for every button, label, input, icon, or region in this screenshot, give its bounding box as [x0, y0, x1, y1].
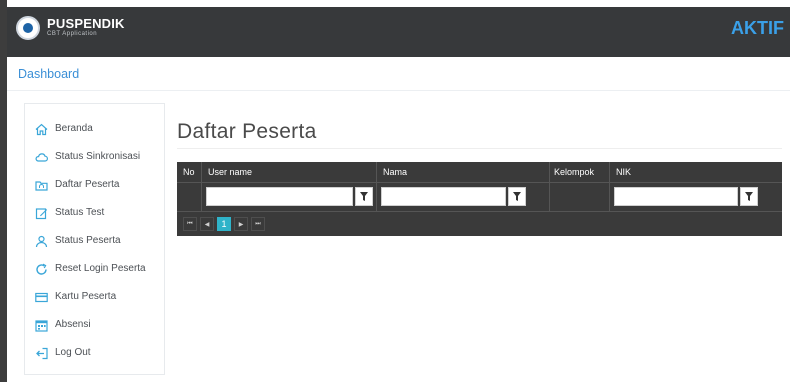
cloud-icon — [34, 150, 48, 164]
column-kelompok: Kelompok — [550, 162, 610, 211]
sidebar-item-reset-login-peserta[interactable]: Reset Login Peserta — [25, 259, 164, 281]
column-no: No — [177, 162, 202, 211]
brand-title: PUSPENDIK — [47, 16, 125, 31]
card-icon — [34, 290, 48, 304]
sidebar-item-status-sinkronisasi[interactable]: Status Sinkronisasi — [25, 147, 164, 169]
column-header-username[interactable]: User name — [208, 167, 252, 177]
sidebar-item-daftar-peserta[interactable]: Daftar Peserta — [25, 175, 164, 197]
breadcrumb: Dashboard — [7, 57, 790, 91]
sidebar-item-label: Status Test — [55, 207, 105, 218]
sidebar-item-label: Beranda — [55, 123, 93, 134]
nama-filter-button[interactable] — [508, 187, 526, 206]
nama-filter-input[interactable] — [381, 187, 506, 206]
column-header-kelompok[interactable]: Kelompok — [554, 167, 594, 177]
calendar-icon — [34, 318, 48, 332]
peserta-grid: No User name Nama Kelompok NIK ⏮ ◀ 1 ▶ ⏭ — [177, 162, 782, 236]
sidebar-item-label: Kartu Peserta — [55, 291, 117, 302]
sidebar-item-label: Reset Login Peserta — [55, 263, 146, 274]
top-navbar: PUSPENDIK CBT Application AKTIF — [7, 7, 790, 57]
username-filter-input[interactable] — [206, 187, 353, 206]
title-divider — [177, 148, 782, 149]
sidebar-item-label: Log Out — [55, 347, 91, 358]
sidebar-item-beranda[interactable]: Beranda — [25, 119, 164, 141]
home-icon — [34, 122, 48, 136]
column-header-nik[interactable]: NIK — [616, 167, 631, 177]
sidebar-item-kartu-peserta[interactable]: Kartu Peserta — [25, 287, 164, 309]
sidebar-item-log-out[interactable]: Log Out — [25, 343, 164, 365]
nik-filter-input[interactable] — [614, 187, 738, 206]
sidebar-item-label: Status Sinkronisasi — [55, 151, 141, 162]
sidebar-item-status-test[interactable]: Status Test — [25, 203, 164, 225]
column-header-nama[interactable]: Nama — [383, 167, 407, 177]
refresh-icon — [34, 262, 48, 276]
breadcrumb-dashboard[interactable]: Dashboard — [18, 67, 79, 81]
grid-pager: ⏮ ◀ 1 ▶ ⏭ — [177, 211, 782, 236]
app-window: PUSPENDIK CBT Application AKTIF Dashboar… — [0, 0, 790, 382]
filter-icon — [745, 188, 753, 206]
sidebar-item-label: Absensi — [55, 319, 91, 330]
user-icon — [34, 234, 48, 248]
sidebar-item-label: Status Peserta — [55, 235, 121, 246]
sidebar-item-label: Daftar Peserta — [55, 179, 120, 190]
sidebar-item-absensi[interactable]: Absensi — [25, 315, 164, 337]
page-title: Daftar Peserta — [177, 120, 317, 143]
left-edge-bar — [0, 0, 7, 382]
logo — [16, 16, 40, 40]
column-nama: Nama — [377, 162, 550, 211]
column-header-no[interactable]: No — [183, 167, 195, 177]
pager-page-1[interactable]: 1 — [217, 217, 231, 231]
sidebar-item-status-peserta[interactable]: Status Peserta — [25, 231, 164, 253]
filter-icon — [360, 188, 368, 206]
filter-icon — [513, 188, 521, 206]
status-badge: AKTIF — [731, 18, 784, 38]
sidebar: Beranda Status Sinkronisasi Daftar Peser… — [24, 103, 165, 375]
edit-icon — [34, 206, 48, 220]
pager-prev-button[interactable]: ◀ — [200, 217, 214, 231]
nik-filter-button[interactable] — [740, 187, 758, 206]
pager-last-button[interactable]: ⏭ — [251, 217, 265, 231]
folder-icon — [34, 178, 48, 192]
column-username: User name — [202, 162, 377, 211]
logout-icon — [34, 346, 48, 360]
column-nik: NIK — [610, 162, 782, 211]
brand-subtitle: CBT Application — [47, 31, 98, 37]
pager-next-button[interactable]: ▶ — [234, 217, 248, 231]
username-filter-button[interactable] — [355, 187, 373, 206]
pager-first-button[interactable]: ⏮ — [183, 217, 197, 231]
